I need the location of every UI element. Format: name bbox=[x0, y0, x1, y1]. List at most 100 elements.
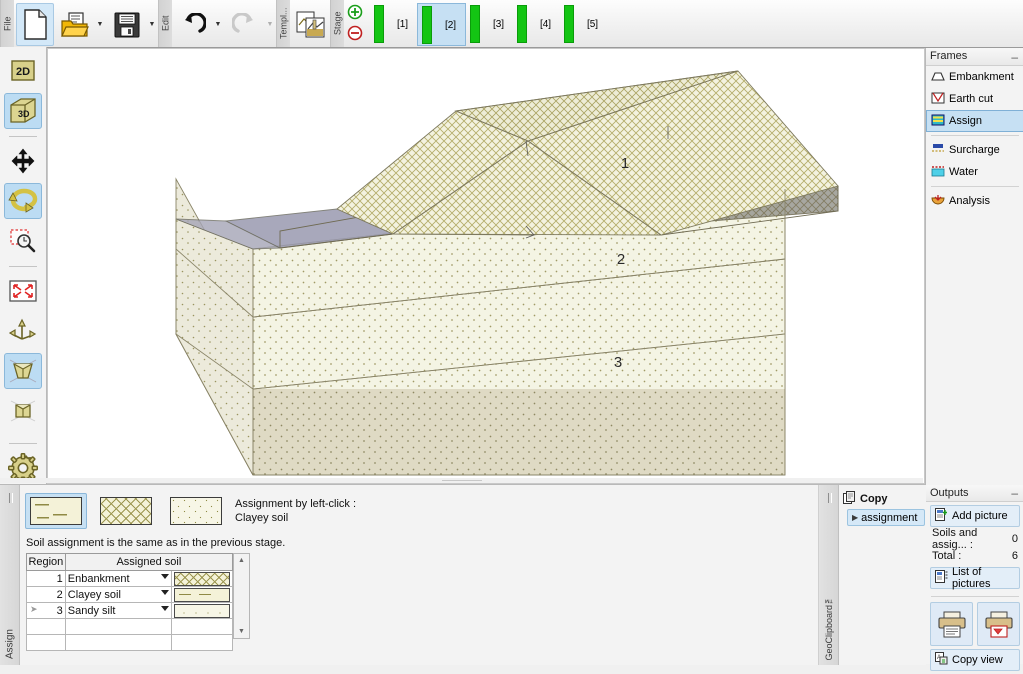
add-picture-button[interactable]: Add picture bbox=[930, 505, 1020, 527]
stage-item-1[interactable]: [1] bbox=[370, 0, 417, 47]
table-row[interactable]: 1 Enbankment bbox=[26, 570, 234, 587]
open-file-dropdown-arrow[interactable]: ▼ bbox=[94, 4, 106, 45]
row-soil-empty2 bbox=[64, 634, 172, 651]
new-file-button[interactable] bbox=[16, 3, 54, 46]
view-3d-button[interactable]: 3D bbox=[4, 93, 42, 130]
frame-item-surcharge[interactable]: Surcharge bbox=[926, 139, 1023, 161]
perspective-button[interactable] bbox=[4, 352, 42, 389]
row-soil-2[interactable]: Clayey soil bbox=[64, 586, 172, 603]
copy-icon bbox=[843, 491, 856, 507]
stage-label-4[interactable]: [4] bbox=[531, 3, 560, 46]
row-region-3: ➤ 3 bbox=[26, 602, 66, 619]
add-stage-button[interactable] bbox=[347, 4, 363, 23]
total-count-value: 6 bbox=[1011, 549, 1018, 562]
remove-stage-button[interactable] bbox=[347, 25, 363, 44]
pattern-dashes bbox=[173, 587, 230, 602]
save-file-dropdown-arrow[interactable]: ▼ bbox=[146, 4, 158, 45]
soil-swatch-clayey[interactable] bbox=[25, 493, 87, 529]
row-soil-1[interactable]: Enbankment bbox=[64, 570, 172, 587]
stage-label-5[interactable]: [5] bbox=[578, 3, 607, 46]
pattern-dots bbox=[173, 603, 230, 618]
frames-minimize-button[interactable]: – bbox=[1011, 51, 1020, 63]
redo-dropdown-arrow[interactable]: ▼ bbox=[264, 4, 276, 45]
chevron-down-icon[interactable] bbox=[160, 606, 169, 611]
frames-divider-2 bbox=[931, 186, 1019, 187]
chevron-down-icon[interactable] bbox=[160, 574, 169, 579]
panel-grip[interactable] bbox=[9, 493, 13, 503]
main-toolbar: File ▼ ▼ Edit ▼ ▼ Templ... Stage [1] [2]… bbox=[0, 0, 1023, 48]
stage-label-2[interactable]: [2] bbox=[436, 4, 465, 47]
add-picture-label: Add picture bbox=[952, 510, 1008, 522]
assign-vertical-label: Assign bbox=[4, 628, 15, 659]
assign-frame-sidebar: Assign bbox=[0, 485, 20, 665]
assign-frame-content: Assignment by left-click : Clayey soil S… bbox=[20, 485, 817, 665]
outputs-panel-title: Outputs bbox=[930, 486, 969, 499]
outputs-minimize-button[interactable]: – bbox=[1011, 487, 1020, 499]
row-soil-text-2: Clayey soil bbox=[67, 588, 121, 601]
scroll-up-button[interactable]: ▲ bbox=[234, 554, 249, 567]
stage-item-3[interactable]: [3] bbox=[466, 0, 513, 47]
table-row-empty bbox=[26, 634, 234, 651]
frames-divider-1 bbox=[931, 135, 1019, 136]
soils-count-label: Soils and assig... : bbox=[932, 526, 978, 551]
zoom-window-button[interactable] bbox=[4, 223, 42, 259]
chevron-down-icon[interactable] bbox=[160, 590, 169, 595]
open-file-button[interactable] bbox=[56, 3, 94, 46]
view-2d-button[interactable]: 2D bbox=[4, 53, 42, 89]
toolbar-group-edit-label: Edit bbox=[158, 0, 172, 47]
copy-view-button[interactable]: A Copy view bbox=[930, 649, 1020, 671]
stage-label-3[interactable]: [3] bbox=[484, 3, 513, 46]
axonometric-button[interactable] bbox=[4, 393, 42, 429]
soil-swatch-sandy[interactable] bbox=[165, 493, 227, 529]
zoom-all-button[interactable] bbox=[4, 273, 42, 309]
stage-bar-1 bbox=[374, 4, 384, 43]
templates-button[interactable] bbox=[292, 3, 330, 46]
frame-item-water[interactable]: Water bbox=[926, 161, 1023, 183]
axes-button[interactable] bbox=[4, 313, 42, 349]
row-soil-text-3: Sandy silt bbox=[67, 604, 116, 617]
copy-assignment-label: assignment bbox=[861, 511, 918, 524]
horizontal-splitter[interactable] bbox=[0, 478, 923, 483]
3d-model-viewport[interactable]: 1 2 3 bbox=[47, 48, 925, 484]
frame-label-earth-cut: Earth cut bbox=[949, 93, 994, 105]
row-region-empty2 bbox=[26, 634, 66, 651]
redo-button[interactable] bbox=[226, 3, 264, 46]
stage-label-1[interactable]: [1] bbox=[388, 3, 417, 46]
toolbar-group-file-label: File bbox=[0, 0, 14, 47]
undo-dropdown-arrow[interactable]: ▼ bbox=[212, 4, 224, 45]
undo-button[interactable] bbox=[174, 3, 212, 46]
soil-swatch-embankment[interactable] bbox=[95, 493, 157, 529]
frame-item-embankment[interactable]: Embankment bbox=[926, 66, 1023, 88]
stage-item-5[interactable]: [5] bbox=[560, 0, 607, 47]
geoclipboard-panel: GeoClipboard™ Copy ▶ assignment bbox=[818, 485, 926, 665]
frame-item-analysis[interactable]: Analysis bbox=[926, 190, 1023, 212]
frame-item-assign[interactable]: Assign bbox=[926, 110, 1023, 132]
toolbar-group-file: File ▼ ▼ bbox=[0, 0, 158, 47]
clipboard-grip[interactable] bbox=[828, 493, 832, 503]
geoclipboard-vertical-label: GeoClipboard™ bbox=[823, 595, 834, 661]
stage-item-2[interactable]: [2] bbox=[417, 3, 466, 46]
stage-item-4[interactable]: [4] bbox=[513, 0, 560, 47]
list-pictures-icon bbox=[935, 570, 948, 586]
frames-panel-title: Frames bbox=[930, 50, 968, 62]
pan-button[interactable] bbox=[4, 143, 42, 179]
geoclipboard-sidebar: GeoClipboard™ bbox=[819, 485, 839, 665]
table-row[interactable]: 2 Clayey soil bbox=[26, 586, 234, 603]
region-label-1: 1 bbox=[621, 155, 629, 172]
print-button[interactable] bbox=[930, 602, 973, 646]
assign-icon bbox=[931, 114, 945, 129]
table-vertical-scrollbar[interactable]: ▲ ▼ bbox=[233, 553, 250, 639]
print-preview-button[interactable] bbox=[977, 602, 1020, 646]
copy-assignment-item[interactable]: ▶ assignment bbox=[847, 509, 925, 526]
row-soil-3[interactable]: Sandy silt bbox=[64, 602, 172, 619]
save-file-button[interactable] bbox=[108, 3, 146, 46]
list-of-pictures-button[interactable]: List of pictures bbox=[930, 566, 1020, 590]
soils-count-value: 0 bbox=[1011, 532, 1018, 545]
table-row[interactable]: ➤ 3 Sandy silt bbox=[26, 602, 234, 619]
assignment-table[interactable]: Region Assigned soil 1 Enbankment 2 Clay… bbox=[26, 553, 234, 651]
right-panel: Frames – Embankment Earth cut Assign Sur… bbox=[925, 48, 1023, 671]
scroll-down-button[interactable]: ▼ bbox=[234, 625, 249, 638]
stage-bar-2 bbox=[422, 5, 432, 44]
rotate-button[interactable] bbox=[4, 182, 42, 219]
frame-item-earth-cut[interactable]: Earth cut bbox=[926, 88, 1023, 110]
